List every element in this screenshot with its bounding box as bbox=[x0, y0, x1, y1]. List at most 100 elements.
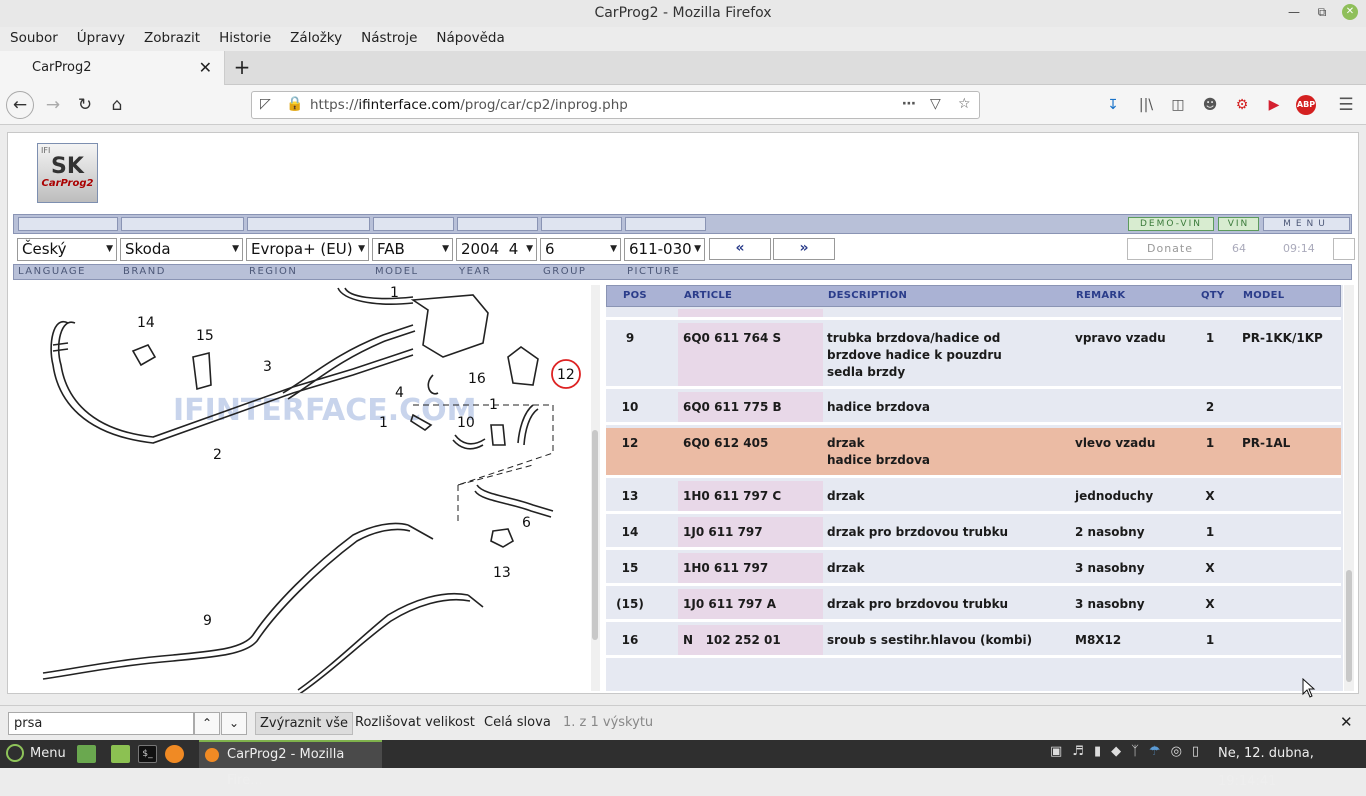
diagram-scrollbar-thumb[interactable] bbox=[592, 430, 598, 640]
menu-nastroje[interactable]: Nástroje bbox=[361, 27, 417, 51]
diagram-label-13[interactable]: 13 bbox=[493, 565, 511, 581]
table-row[interactable]: 16 N 102 252 01 sroub s sestihr.hlavou (… bbox=[606, 625, 1341, 658]
diagram-label-1-right[interactable]: 1 bbox=[489, 397, 498, 413]
bluetooth-icon[interactable]: ᛉ bbox=[1131, 744, 1139, 759]
row-article[interactable]: 1J0 611 797 A bbox=[683, 596, 776, 613]
update-shield-icon[interactable]: ☂ bbox=[1149, 744, 1161, 759]
whole-words-toggle[interactable]: Celá slova bbox=[480, 712, 555, 735]
nav-box-3[interactable] bbox=[247, 217, 370, 231]
lock-icon[interactable]: 🔒 bbox=[286, 96, 303, 112]
nav-box-1[interactable] bbox=[18, 217, 118, 231]
menu-historie[interactable]: Historie bbox=[219, 27, 271, 51]
language-select[interactable]: Český ▼ bbox=[17, 238, 117, 261]
network-icon[interactable]: ◆ bbox=[1111, 744, 1121, 759]
battery-icon[interactable]: ▯ bbox=[1192, 744, 1199, 759]
files-icon[interactable] bbox=[111, 745, 130, 763]
row-article[interactable]: 1H0 611 797 bbox=[683, 560, 768, 577]
diagram-scrollbar[interactable] bbox=[591, 285, 600, 691]
pocket-icon[interactable]: ▽ bbox=[930, 96, 941, 112]
parts-diagram[interactable]: IFINTERFACE.COM 1 14 15 3 2 4 16 12 1 10… bbox=[13, 285, 590, 693]
table-row[interactable]: 14 1J0 611 797 drzak pro brzdovou trubku… bbox=[606, 517, 1341, 550]
url-text[interactable]: https://ifinterface.com/prog/car/cp2/inp… bbox=[310, 92, 628, 119]
close-tab-icon[interactable]: ✕ bbox=[199, 51, 212, 85]
diagram-label-16[interactable]: 16 bbox=[468, 371, 486, 387]
header-remark[interactable]: REMARK bbox=[1076, 290, 1125, 301]
tab-carprog2[interactable]: CarProg2 ✕ bbox=[0, 51, 225, 85]
wifi-icon[interactable]: ◎ bbox=[1171, 744, 1182, 759]
nav-box-4[interactable] bbox=[373, 217, 454, 231]
minimize-icon[interactable]: — bbox=[1286, 4, 1302, 20]
table-row[interactable]: 13 1H0 611 797 C drzak jednoduchy X bbox=[606, 481, 1341, 514]
find-next-icon[interactable]: ⌄ bbox=[221, 712, 247, 735]
shield-icon[interactable]: ◸ bbox=[260, 96, 271, 112]
show-desktop-icon[interactable] bbox=[77, 745, 96, 763]
adblock-icon[interactable]: ABP bbox=[1296, 95, 1316, 115]
vin-button[interactable]: VIN bbox=[1218, 217, 1259, 231]
account-icon[interactable]: ☻ bbox=[1200, 95, 1220, 115]
downloads-icon[interactable]: ↧ bbox=[1103, 95, 1123, 115]
maximize-icon[interactable]: ⧉ bbox=[1314, 4, 1330, 20]
menu-zobrazit[interactable]: Zobrazit bbox=[144, 27, 200, 51]
model-select[interactable]: FAB ▼ bbox=[372, 238, 453, 261]
back-icon[interactable]: ← bbox=[6, 91, 34, 119]
table-row[interactable]: 15 1H0 611 797 drzak 3 nasobny X bbox=[606, 553, 1341, 586]
display-icon[interactable]: ▣ bbox=[1050, 744, 1062, 759]
row-article[interactable]: 6Q0 611 764 S bbox=[683, 330, 781, 347]
menu-zalozky[interactable]: Záložky bbox=[290, 27, 342, 51]
extension-gear-icon[interactable]: ⚙ bbox=[1232, 95, 1252, 115]
table-row[interactable]: (15) 1J0 611 797 A drzak pro brzdovou tr… bbox=[606, 589, 1341, 622]
row-article[interactable]: N 102 252 01 bbox=[683, 632, 781, 649]
table-row[interactable]: 9 6Q0 611 764 S trubka brzdova/hadice od… bbox=[606, 323, 1341, 389]
library-icon[interactable]: ||\ bbox=[1136, 95, 1156, 115]
table-row-selected[interactable]: 12 6Q0 612 405 drzak hadice brzdova vlev… bbox=[606, 428, 1341, 478]
row-article[interactable]: 6Q0 612 405 bbox=[683, 435, 768, 452]
diagram-label-4[interactable]: 4 bbox=[395, 385, 404, 401]
close-find-icon[interactable]: ✕ bbox=[1336, 712, 1357, 735]
taskbar-firefox-window[interactable]: CarProg2 - Mozilla Fire... bbox=[199, 740, 382, 788]
brand-select[interactable]: Skoda ▼ bbox=[120, 238, 243, 261]
menu-napoveda[interactable]: Nápověda bbox=[436, 27, 504, 51]
row-article[interactable]: 1J0 611 797 bbox=[683, 524, 763, 541]
clock[interactable]: Ne, 12. dubna, 19:14:41 bbox=[1218, 740, 1366, 796]
start-menu-button[interactable]: Menu bbox=[6, 743, 66, 764]
demo-vin-button[interactable]: DEMO-VIN bbox=[1128, 217, 1214, 231]
nav-box-5[interactable] bbox=[457, 217, 538, 231]
group-select[interactable]: 6 ▼ bbox=[540, 238, 621, 261]
nav-box-7[interactable] bbox=[625, 217, 706, 231]
storage-icon[interactable]: ▮ bbox=[1094, 744, 1101, 759]
reload-icon[interactable]: ↻ bbox=[72, 92, 98, 118]
diagram-label-10[interactable]: 10 bbox=[457, 415, 475, 431]
header-pos[interactable]: POS bbox=[623, 290, 647, 301]
header-model[interactable]: MODEL bbox=[1243, 290, 1284, 301]
sidebar-icon[interactable]: ◫ bbox=[1168, 95, 1188, 115]
find-previous-icon[interactable]: ⌃ bbox=[194, 712, 220, 735]
diagram-label-1-left[interactable]: 1 bbox=[379, 415, 388, 431]
url-bar[interactable]: ◸ 🔒 https://ifinterface.com/prog/car/cp2… bbox=[251, 91, 980, 119]
home-icon[interactable]: ⌂ bbox=[104, 92, 130, 118]
picture-select[interactable]: 611-030 ▼ bbox=[624, 238, 705, 261]
prev-page-button[interactable]: « bbox=[709, 238, 771, 260]
header-article[interactable]: ARTICLE bbox=[684, 290, 732, 301]
diagram-label-3[interactable]: 3 bbox=[263, 359, 272, 375]
region-select[interactable]: Evropa+ (EU) ▼ bbox=[246, 238, 369, 261]
diagram-label-2[interactable]: 2 bbox=[213, 447, 222, 463]
diagram-label-6[interactable]: 6 bbox=[522, 515, 531, 531]
menu-soubor[interactable]: Soubor bbox=[10, 27, 58, 51]
hamburger-menu-icon[interactable]: ☰ bbox=[1336, 95, 1356, 115]
year-select[interactable]: 2004 4 ▼ bbox=[456, 238, 537, 261]
diagram-label-15[interactable]: 15 bbox=[196, 328, 214, 344]
table-scrollbar-thumb[interactable] bbox=[1346, 570, 1352, 682]
volume-icon[interactable]: ♬ bbox=[1072, 744, 1084, 759]
table-row[interactable]: 10 6Q0 611 775 B hadice brzdova 2 bbox=[606, 392, 1341, 425]
next-page-button[interactable]: » bbox=[773, 238, 835, 260]
donate-button[interactable]: Donate bbox=[1127, 238, 1213, 260]
close-window-icon[interactable]: ✕ bbox=[1342, 4, 1358, 20]
diagram-label-12[interactable]: 12 bbox=[557, 367, 575, 383]
highlight-all-toggle[interactable]: Zvýraznit vše bbox=[255, 712, 353, 735]
find-input[interactable]: prsa bbox=[8, 712, 194, 735]
table-scrollbar[interactable] bbox=[1344, 285, 1354, 691]
header-qty[interactable]: QTY bbox=[1201, 290, 1224, 301]
bookmark-star-icon[interactable]: ☆ bbox=[958, 96, 971, 112]
diagram-label-14[interactable]: 14 bbox=[137, 315, 155, 331]
match-case-toggle[interactable]: Rozlišovat velikost bbox=[351, 712, 479, 735]
